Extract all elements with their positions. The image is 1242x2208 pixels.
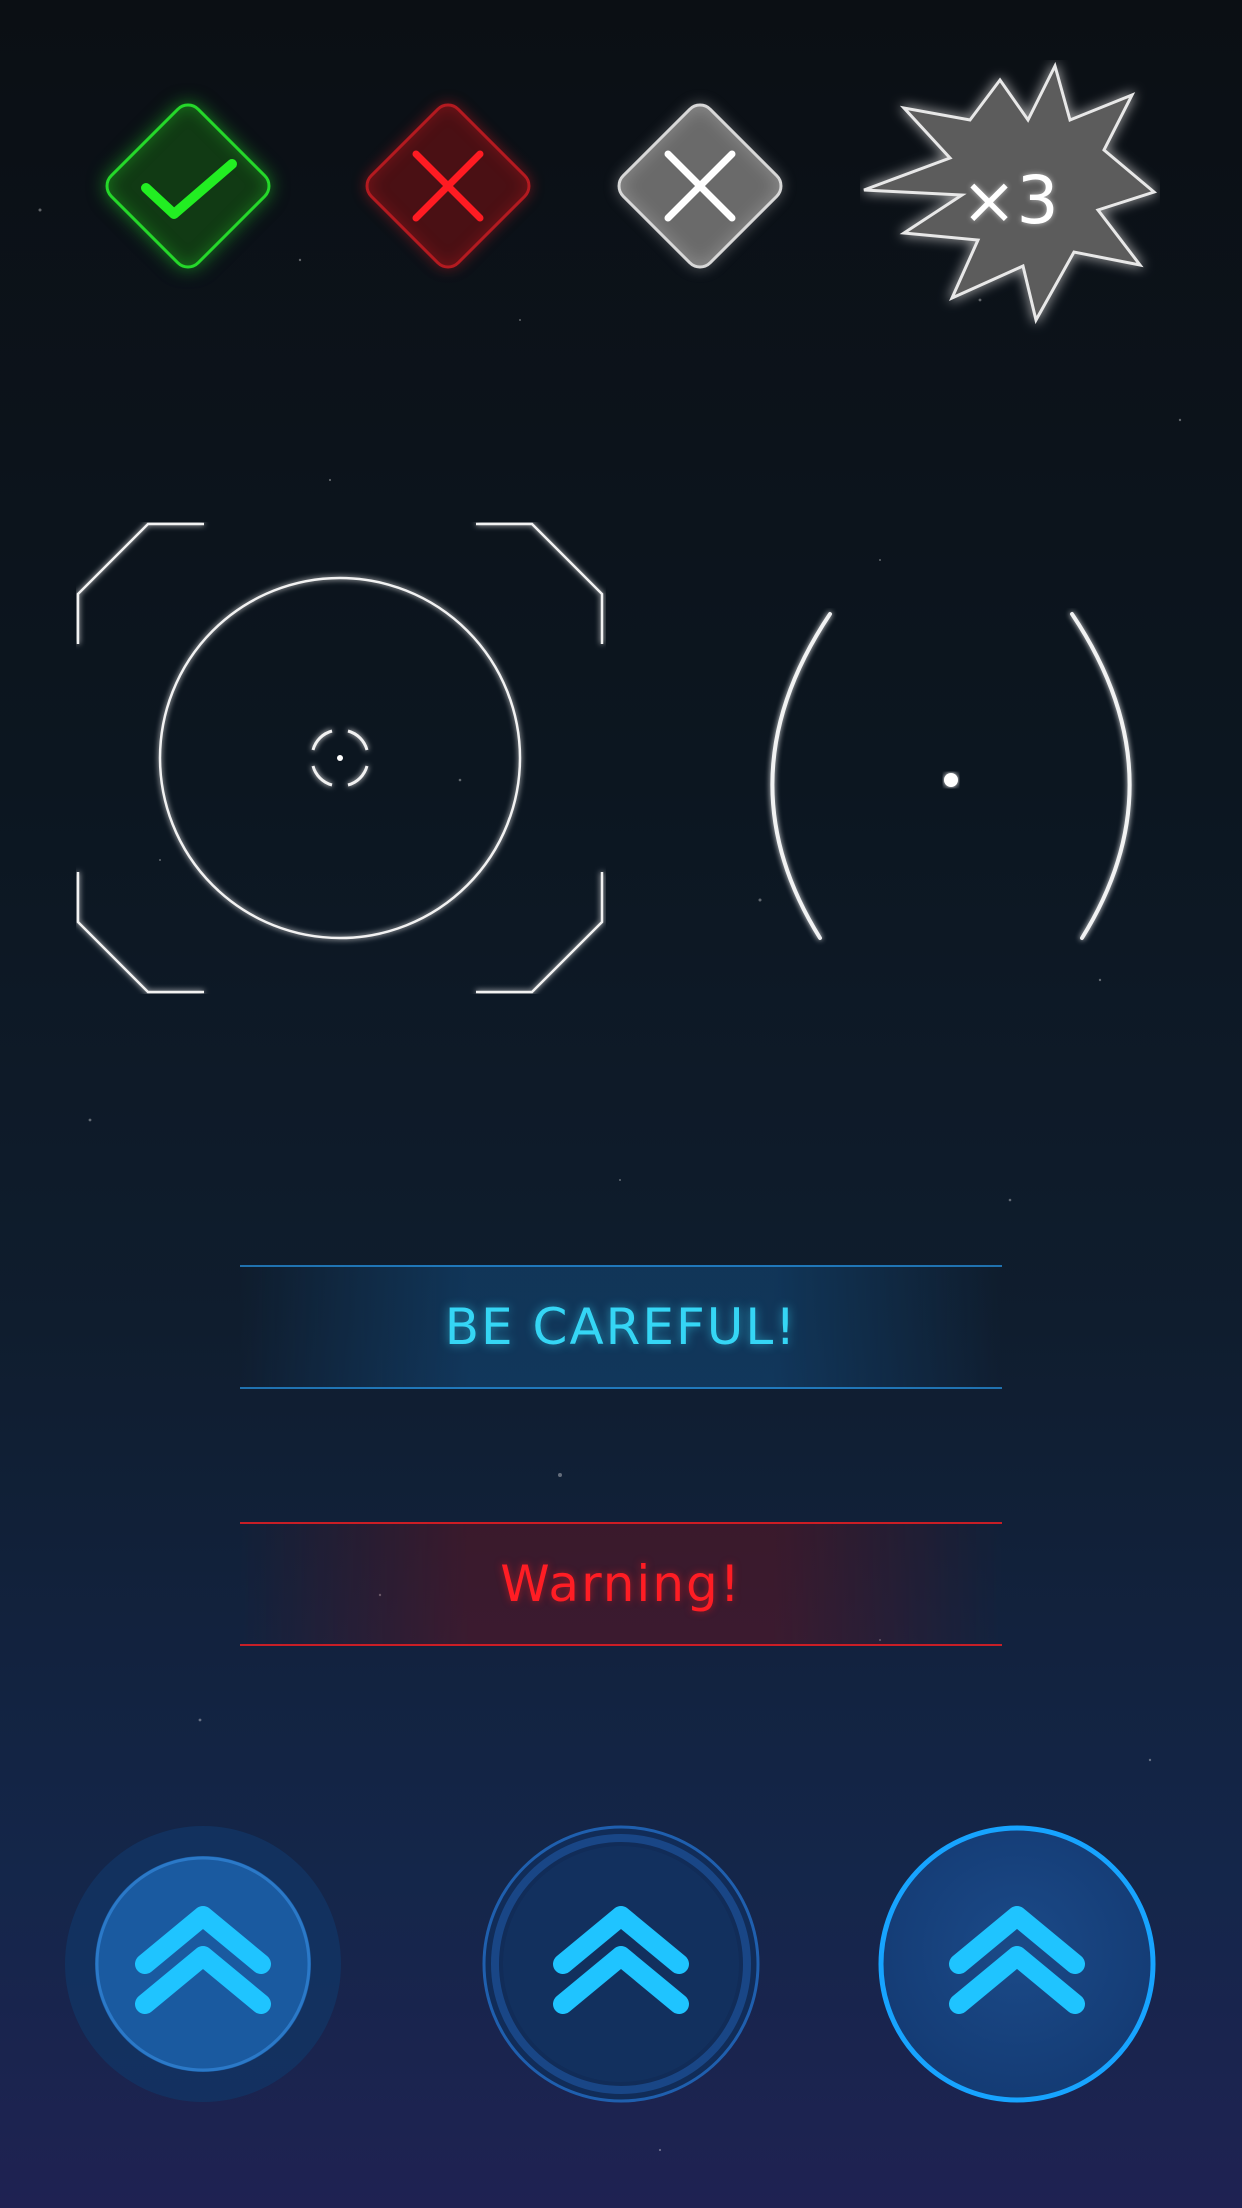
confirm-button[interactable] (98, 96, 278, 276)
scope-reticle-icon (770, 612, 1132, 940)
boost-button-highlighted[interactable] (877, 1824, 1157, 2104)
double-chevron-up-icon (482, 1825, 760, 2103)
warning-banner: Warning! (240, 1522, 1002, 1646)
double-chevron-up-icon (878, 1825, 1156, 2103)
warning-text: Warning! (500, 1555, 742, 1613)
be-careful-text: BE CAREFUL! (444, 1298, 798, 1356)
be-careful-banner: BE CAREFUL! (240, 1265, 1002, 1389)
boost-button-pressed[interactable] (481, 1824, 761, 2104)
multiplier-text: ×3 (961, 161, 1059, 239)
boost-button-normal[interactable] (63, 1824, 343, 2104)
crosshair-frame-icon (76, 522, 604, 994)
target-lock-reticle (76, 522, 606, 994)
close-icon (664, 150, 736, 222)
cancel-button[interactable] (358, 96, 538, 276)
multiplier-badge: ×3 (860, 60, 1160, 340)
double-chevron-up-icon (65, 1826, 341, 2102)
disabled-button[interactable] (610, 96, 790, 276)
scope-reticle (740, 608, 1160, 948)
close-icon (412, 150, 484, 222)
checkmark-icon (141, 159, 237, 219)
